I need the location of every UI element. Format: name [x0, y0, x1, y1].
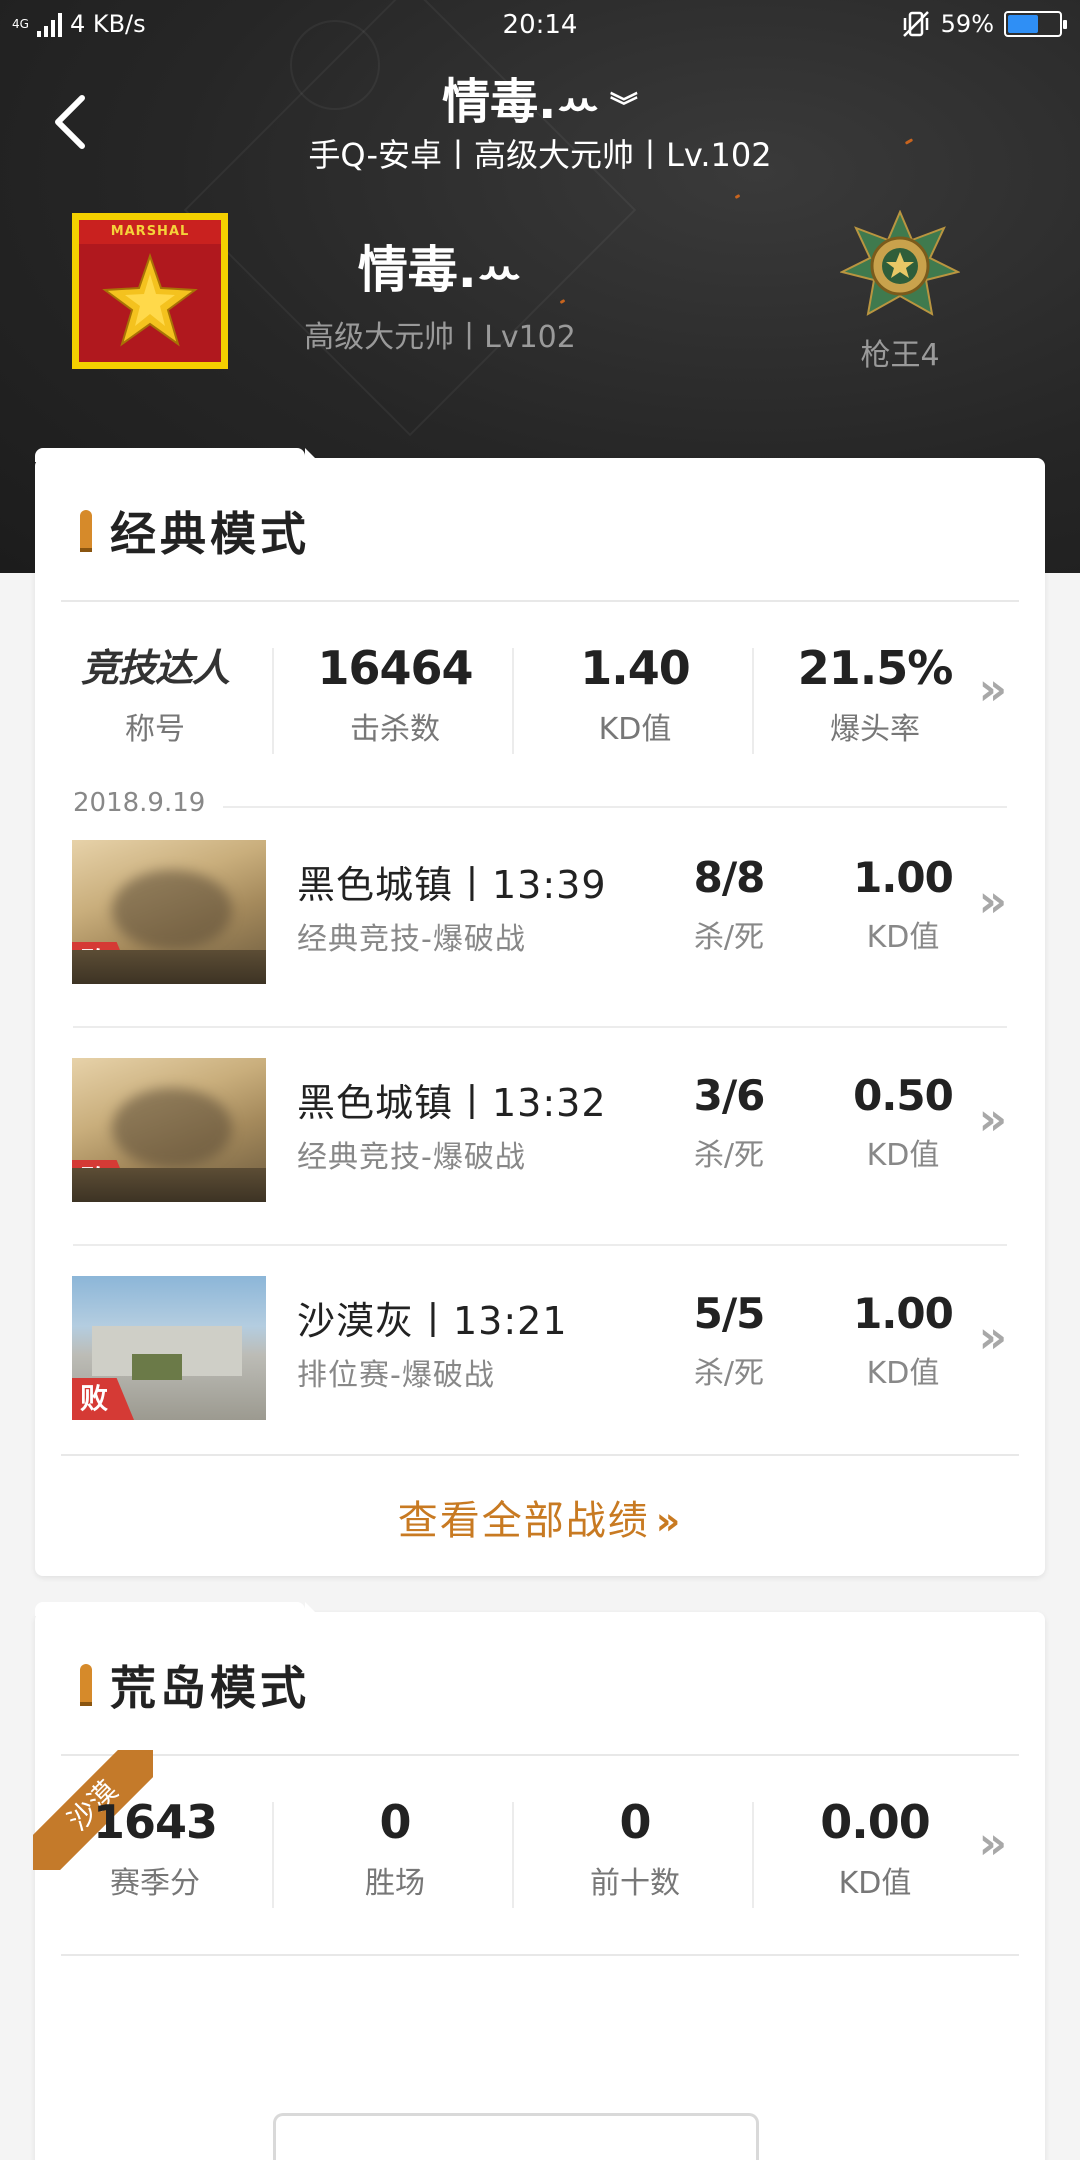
avatar-badge-text: MARSHAL [79, 220, 221, 244]
stat-label: 赛季分 [110, 1866, 200, 1901]
profile-name: 情毒.ꕀ [357, 241, 523, 299]
match-mode: 经典竞技-爆破战 [297, 1140, 526, 1175]
double-chevron-right-icon[interactable]: » [979, 1094, 1007, 1145]
chevron-down-icon: ︾ [609, 90, 638, 123]
result-badge: 败 [72, 942, 134, 984]
stat-kd: 0.00 KD值 [755, 1794, 995, 1902]
classic-summary-row[interactable]: 竞技达人 称号 16464 击杀数 1.40 KD值 21.5% 爆头率 » [35, 640, 1045, 754]
nav-player-subtitle: 手Q-安卓丨高级大元帅丨Lv.102 [308, 136, 772, 174]
result-badge: 败 [72, 1160, 134, 1202]
bullet-icon [80, 510, 92, 552]
stat-kills: 16464 击杀数 [275, 640, 515, 748]
match-row[interactable]: 败 黑色城镇丨13:39 经典竞技-爆破战 8/8 杀/死 1.00 KD值 » [35, 810, 1045, 1028]
match-kill-death: 5/5 杀/死 [654, 1288, 804, 1392]
map-thumbnail: 败 [72, 1276, 266, 1420]
stat-label: 爆头率 [830, 712, 920, 747]
island-mode-header: 荒岛模式 [80, 1652, 310, 1718]
classic-mode-card: 经典模式 竞技达人 称号 16464 击杀数 1.40 KD值 21.5% 爆头… [35, 448, 1045, 1576]
match-row[interactable]: 败 黑色城镇丨13:32 经典竞技-爆破战 3/6 杀/死 0.50 KD值 » [35, 1028, 1045, 1246]
stat-value: 0.00 [820, 1795, 931, 1849]
map-thumbnail: 败 [72, 840, 266, 984]
double-chevron-right-icon[interactable]: » [979, 664, 1007, 715]
stat-title: 竞技达人 称号 [35, 640, 275, 748]
match-row[interactable]: 败 沙漠灰丨13:21 排位赛-爆破战 5/5 杀/死 1.00 KD值 » [35, 1246, 1045, 1464]
match-kill-death: 3/6 杀/死 [654, 1070, 804, 1174]
stat-value: 8/8 [693, 853, 766, 902]
profile-rank: 高级大元帅丨Lv102 [304, 320, 576, 355]
stat-label: 胜场 [365, 1866, 425, 1901]
stat-label: KD值 [866, 920, 940, 955]
stat-label: 杀/死 [693, 1356, 765, 1391]
stat-top-ten: 0 前十数 [515, 1794, 755, 1902]
match-title: 黑色城镇丨13:32 [297, 1081, 607, 1125]
stat-value: 0.50 [853, 1071, 954, 1120]
section-title: 经典模式 [110, 507, 310, 561]
medal-icon[interactable] [840, 210, 960, 320]
stat-label: 前十数 [590, 1866, 680, 1901]
stat-value: 0 [619, 1795, 651, 1849]
stat-value: 21.5% [797, 641, 954, 695]
bottom-action-button[interactable] [273, 2113, 759, 2160]
stat-wins: 0 胜场 [275, 1794, 515, 1902]
battery-percent: 59% [940, 10, 994, 38]
stat-value: 0 [379, 1795, 411, 1849]
double-chevron-right-icon[interactable]: » [979, 1818, 1007, 1869]
nav-player-name: 情毒.ꕀ [442, 74, 600, 130]
battery-icon [1004, 11, 1067, 37]
stat-label: KD值 [598, 712, 672, 747]
double-chevron-right-icon: » [655, 1499, 683, 1543]
section-title: 荒岛模式 [110, 1661, 310, 1715]
vibrate-icon [902, 11, 929, 37]
stat-value: 1.00 [853, 853, 954, 902]
match-kill-death: 8/8 杀/死 [654, 852, 804, 956]
stat-value: 1.40 [580, 641, 691, 695]
double-chevron-right-icon[interactable]: » [979, 876, 1007, 927]
match-mode: 排位赛-爆破战 [297, 1358, 495, 1393]
title-badge: 竞技达人 [80, 646, 230, 690]
match-title: 黑色城镇丨13:39 [297, 863, 607, 907]
marshal-star-icon [102, 252, 198, 347]
stat-value: 16464 [317, 641, 473, 695]
spark [734, 193, 741, 200]
match-kd: 1.00 KD值 [828, 852, 978, 956]
stat-headshot: 21.5% 爆头率 [755, 640, 995, 748]
result-badge: 败 [72, 1378, 134, 1420]
account-switcher[interactable]: 情毒.ꕀ ︾ [0, 62, 1080, 132]
bullet-icon [80, 1664, 92, 1706]
island-mode-card: 荒岛模式 沙漠 1643 赛季分 0 胜场 0 前十数 0.00 KD值 » [33, 1602, 1045, 2160]
medal-label: 枪王4 [860, 338, 940, 373]
stat-label: 杀/死 [693, 1138, 765, 1173]
stat-value: 5/5 [693, 1289, 766, 1338]
double-chevron-right-icon[interactable]: » [979, 1312, 1007, 1363]
island-summary-row[interactable]: 1643 赛季分 0 胜场 0 前十数 0.00 KD值 » [35, 1794, 1045, 1908]
match-title: 沙漠灰丨13:21 [297, 1299, 568, 1343]
stat-label: KD值 [866, 1356, 940, 1391]
view-all-label: 查看全部战绩 [397, 1498, 650, 1544]
match-mode: 经典竞技-爆破战 [297, 922, 526, 957]
stat-label: 称号 [125, 712, 185, 747]
stat-value: 1643 [92, 1795, 218, 1849]
match-kd: 0.50 KD值 [828, 1070, 978, 1174]
stat-value: 3/6 [693, 1071, 766, 1120]
match-kd: 1.00 KD值 [828, 1288, 978, 1392]
stat-label: 杀/死 [693, 920, 765, 955]
stat-season-score: 1643 赛季分 [35, 1794, 275, 1902]
stat-label: KD值 [866, 1138, 940, 1173]
stat-value: 1.00 [853, 1289, 954, 1338]
view-all-records-link[interactable]: 查看全部战绩» [35, 1488, 1045, 1546]
map-thumbnail: 败 [72, 1058, 266, 1202]
avatar[interactable]: MARSHAL [72, 213, 228, 369]
stat-label: 击杀数 [350, 712, 440, 747]
status-bar: 4G 4 KB/s 20:14 59% [0, 0, 1080, 52]
stat-label: KD值 [838, 1866, 912, 1901]
stat-kd: 1.40 KD值 [515, 640, 755, 748]
classic-mode-header: 经典模式 [80, 498, 310, 564]
